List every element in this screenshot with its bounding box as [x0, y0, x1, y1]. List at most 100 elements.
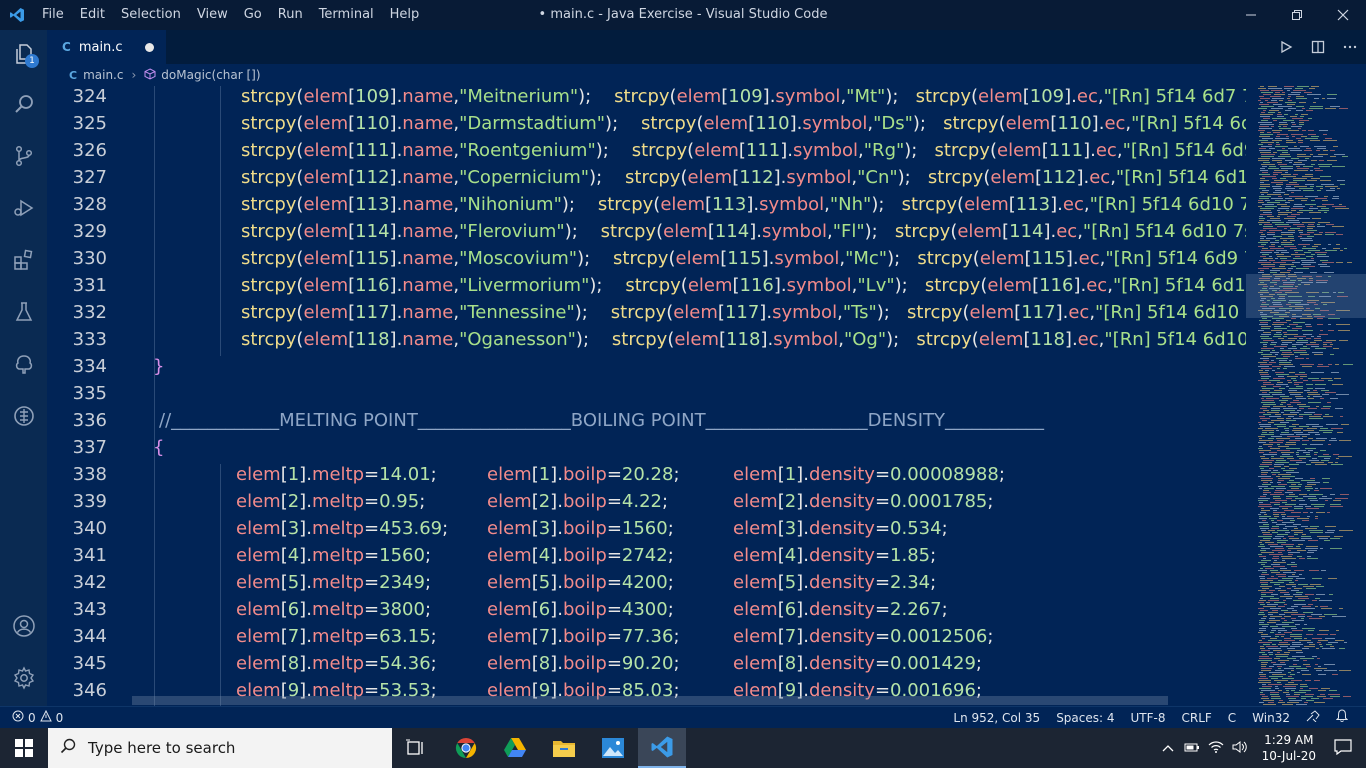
source-control-icon[interactable] — [0, 132, 47, 180]
minimap-line — [1272, 628, 1285, 629]
minimap-line — [1269, 260, 1275, 261]
numeric-value: 20.28 — [621, 464, 674, 485]
extensions-icon[interactable] — [0, 236, 47, 284]
menu-file[interactable]: File — [34, 0, 72, 30]
cursor-position[interactable]: Ln 952, Col 35 — [945, 707, 1048, 729]
run-debug-icon[interactable] — [0, 184, 47, 232]
minimap[interactable] — [1246, 86, 1360, 706]
code-line[interactable]: elem[3].density=0.534; — [733, 515, 948, 542]
code-line[interactable]: elem[4].density=1.85; — [733, 542, 936, 569]
run-code-icon[interactable] — [1270, 30, 1302, 64]
live-share-icon[interactable] — [0, 340, 47, 388]
volume-icon[interactable] — [1228, 740, 1252, 757]
code-line[interactable]: strcpy(elem[110].name,"Darmstadtium"); s… — [241, 110, 1246, 137]
vscode-taskbar-icon[interactable] — [638, 728, 686, 768]
code-line[interactable]: strcpy(elem[118].name,"Oganesson"); strc… — [241, 326, 1246, 353]
code-line[interactable]: elem[5].meltp=2349; — [236, 569, 431, 596]
language-mode[interactable]: C — [1220, 707, 1244, 729]
code-line[interactable]: elem[4].meltp=1560; — [236, 542, 431, 569]
code-line[interactable]: //____________MELTING POINT_____________… — [159, 407, 1044, 434]
code-line[interactable]: elem[1].meltp=14.01; — [236, 461, 437, 488]
menu-help[interactable]: Help — [382, 0, 428, 30]
code-line[interactable]: strcpy(elem[109].name,"Meitnerium"); str… — [241, 86, 1246, 110]
task-view-icon[interactable] — [392, 728, 440, 768]
platform[interactable]: Win32 — [1244, 707, 1298, 729]
menu-selection[interactable]: Selection — [113, 0, 189, 30]
code-line[interactable]: strcpy(elem[113].name,"Nihonium"); strcp… — [241, 191, 1246, 218]
indentation[interactable]: Spaces: 4 — [1048, 707, 1122, 729]
vertical-scrollbar-thumb[interactable] — [1246, 274, 1366, 318]
menu-terminal[interactable]: Terminal — [311, 0, 382, 30]
code-line[interactable]: elem[5].density=2.34; — [733, 569, 936, 596]
battery-icon[interactable] — [1180, 741, 1204, 756]
horizontal-scrollbar-thumb[interactable] — [132, 696, 1168, 705]
code-line[interactable]: elem[3].boilp=1560; — [487, 515, 674, 542]
restore-button[interactable] — [1274, 0, 1320, 30]
code-line[interactable]: elem[8].meltp=54.36; — [236, 650, 437, 677]
code-line[interactable]: elem[1].boilp=20.28; — [487, 461, 680, 488]
code-line[interactable]: elem[8].density=0.001429; — [733, 650, 982, 677]
minimize-button[interactable] — [1228, 0, 1274, 30]
remote-explorer-icon[interactable] — [0, 392, 47, 440]
code-line[interactable]: elem[7].boilp=77.36; — [487, 623, 680, 650]
taskbar-search-box[interactable]: Type here to search — [48, 728, 392, 768]
clock[interactable]: 1:29 AM 10-Jul-20 — [1252, 732, 1326, 764]
menu-go[interactable]: Go — [236, 0, 270, 30]
code-line[interactable]: elem[6].boilp=4300; — [487, 596, 674, 623]
menu-edit[interactable]: Edit — [72, 0, 113, 30]
chrome-icon[interactable] — [442, 728, 490, 768]
live-share-status-icon[interactable] — [1298, 707, 1328, 729]
more-actions-icon[interactable] — [1334, 30, 1366, 64]
identifier: elem — [978, 329, 1024, 350]
code-line[interactable]: strcpy(elem[112].name,"Copernicium"); st… — [241, 164, 1246, 191]
accounts-icon[interactable] — [0, 602, 47, 650]
code-line[interactable]: strcpy(elem[115].name,"Moscovium"); strc… — [241, 245, 1246, 272]
menu-view[interactable]: View — [189, 0, 236, 30]
notifications-bell-icon[interactable] — [1328, 707, 1356, 729]
wifi-icon[interactable] — [1204, 740, 1228, 757]
code-line[interactable]: elem[8].boilp=90.20; — [487, 650, 680, 677]
code-editor[interactable]: 324 325 326 327 328 329 330 331 332 333 334 335 336 3… — [47, 86, 1246, 706]
google-drive-icon[interactable] — [491, 728, 539, 768]
end-of-line[interactable]: CRLF — [1173, 707, 1219, 729]
problems-indicator[interactable]: 0 0 — [12, 707, 63, 729]
code-line[interactable]: strcpy(elem[117].name,"Tennessine"); str… — [241, 299, 1246, 326]
code-line[interactable]: elem[7].meltp=63.15; — [236, 623, 437, 650]
code-line[interactable]: elem[2].meltp=0.95; — [236, 488, 425, 515]
chevron-up-icon[interactable] — [1156, 741, 1180, 755]
code-punctuation: = — [606, 518, 622, 539]
breadcrumb-symbol[interactable]: doMagic(char []) — [161, 68, 260, 82]
code-line[interactable]: elem[6].meltp=3800; — [236, 596, 431, 623]
action-center-icon[interactable] — [1326, 738, 1366, 758]
code-line[interactable]: elem[3].meltp=453.69; — [236, 515, 448, 542]
minimap-line — [1303, 452, 1310, 453]
code-line[interactable]: strcpy(elem[114].name,"Flerovium"); strc… — [241, 218, 1246, 245]
close-button[interactable] — [1320, 0, 1366, 30]
tab-main-c[interactable]: C main.c — [47, 30, 166, 64]
minimap-line — [1265, 100, 1268, 101]
code-line[interactable]: elem[4].boilp=2742; — [487, 542, 674, 569]
code-line[interactable]: elem[1].density=0.00008988; — [733, 461, 1005, 488]
encoding[interactable]: UTF-8 — [1123, 707, 1174, 729]
settings-gear-icon[interactable] — [0, 654, 47, 702]
array-index: 111 — [1048, 140, 1084, 161]
code-line[interactable]: elem[5].boilp=4200; — [487, 569, 674, 596]
breadcrumb-file[interactable]: main.c — [83, 68, 123, 82]
windows-start-icon[interactable] — [0, 728, 48, 768]
minimap-line — [1288, 536, 1294, 537]
code-line[interactable]: strcpy(elem[116].name,"Livermorium"); st… — [241, 272, 1246, 299]
code-line[interactable]: elem[6].density=2.267; — [733, 596, 948, 623]
menu-run[interactable]: Run — [270, 0, 311, 30]
explorer-icon[interactable]: 1 — [0, 30, 47, 78]
split-editor-icon[interactable] — [1302, 30, 1334, 64]
unsaved-dot-icon[interactable] — [145, 43, 154, 52]
code-line[interactable]: strcpy(elem[111].name,"Roentgenium"); st… — [241, 137, 1246, 164]
testing-flask-icon[interactable] — [0, 288, 47, 336]
code-line[interactable]: elem[2].density=0.0001785; — [733, 488, 993, 515]
file-explorer-icon[interactable] — [540, 728, 588, 768]
search-icon[interactable] — [0, 80, 47, 128]
minimap-line — [1262, 654, 1267, 655]
code-line[interactable]: elem[2].boilp=4.22; — [487, 488, 668, 515]
photos-icon[interactable] — [589, 728, 637, 768]
code-line[interactable]: elem[7].density=0.0012506; — [733, 623, 993, 650]
